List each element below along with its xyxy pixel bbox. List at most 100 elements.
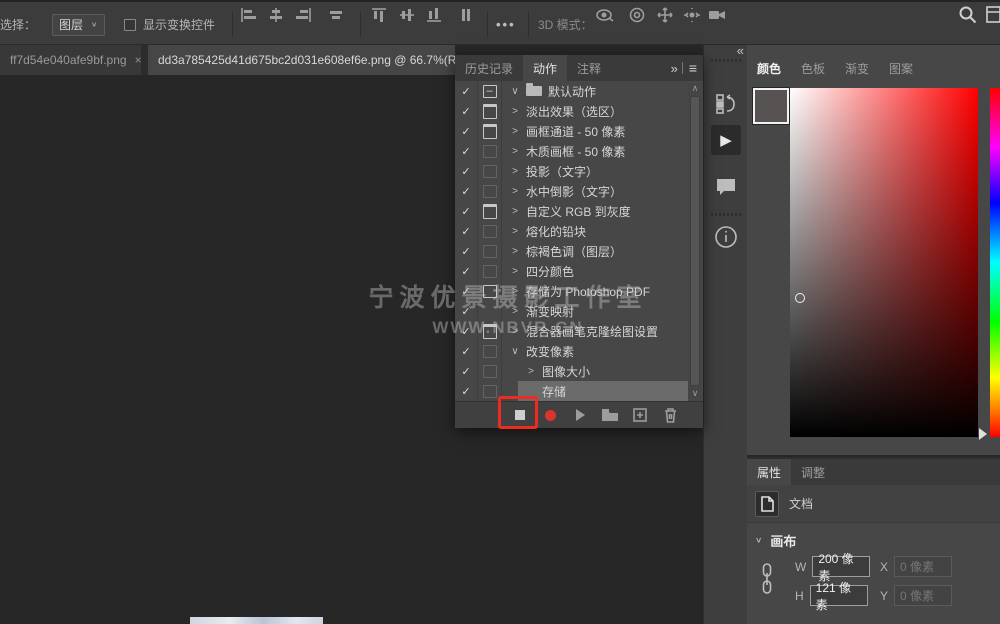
hue-slider[interactable] — [990, 88, 1000, 437]
chevron-right-icon[interactable]: > — [508, 306, 522, 317]
color-picker-cursor[interactable] — [795, 293, 805, 303]
new-action-button[interactable] — [625, 403, 655, 427]
tab-adjustments[interactable]: 调整 — [791, 459, 835, 485]
action-check-icon[interactable]: ✓ — [455, 301, 478, 321]
search-icon[interactable] — [955, 2, 981, 28]
tab-swatches[interactable]: 色板 — [791, 55, 835, 81]
action-row[interactable]: ✓>渐变映射 — [455, 301, 703, 321]
collapse-panel-icon[interactable]: » — [671, 61, 676, 76]
action-row[interactable]: ✓>混合器画笔克隆绘图设置 — [455, 321, 703, 341]
chevron-right-icon[interactable]: > — [508, 246, 522, 257]
action-check-icon[interactable]: ✓ — [455, 281, 478, 301]
action-check-icon[interactable]: ✓ — [455, 381, 478, 401]
chevron-down-icon[interactable]: ∨ — [508, 86, 522, 97]
action-dialog-toggle[interactable] — [478, 361, 502, 381]
link-dimensions-icon[interactable] — [761, 563, 773, 595]
action-check-icon[interactable]: ✓ — [455, 221, 478, 241]
chevron-right-icon[interactable]: > — [524, 366, 538, 377]
foreground-color-swatch[interactable] — [753, 88, 789, 124]
action-row[interactable]: ✓>木质画框 - 50 像素 — [455, 141, 703, 161]
height-input[interactable]: 121 像素 — [810, 585, 868, 606]
auto-select-dropdown[interactable]: 图层∨ — [52, 2, 105, 45]
collapse-dock-icon[interactable]: « — [737, 43, 742, 58]
action-dialog-toggle[interactable]: – — [478, 81, 502, 101]
action-check-icon[interactable]: ✓ — [455, 81, 478, 101]
action-row[interactable]: ✓>存储为 Photoshop PDF — [455, 281, 703, 301]
action-dialog-toggle[interactable] — [478, 281, 502, 301]
action-check-icon[interactable]: ✓ — [455, 361, 478, 381]
chevron-right-icon[interactable]: > — [508, 186, 522, 197]
3d-pan-icon[interactable] — [652, 2, 678, 28]
distribute-vertical-button[interactable] — [453, 2, 479, 28]
info-panel-icon[interactable] — [711, 223, 741, 251]
align-bottom-edges-button[interactable] — [421, 2, 447, 28]
action-dialog-toggle[interactable] — [478, 241, 502, 261]
align-top-edges-button[interactable] — [366, 2, 392, 28]
action-check-icon[interactable]: ✓ — [455, 201, 478, 221]
align-vertical-centers-button[interactable] — [394, 2, 420, 28]
action-dialog-toggle[interactable] — [478, 321, 502, 341]
action-dialog-toggle[interactable] — [478, 181, 502, 201]
action-check-icon[interactable]: ✓ — [455, 181, 478, 201]
action-check-icon[interactable]: ✓ — [455, 241, 478, 261]
tab-history[interactable]: 历史记录 — [455, 55, 523, 81]
more-options-button[interactable]: ••• — [496, 2, 516, 45]
tab-properties[interactable]: 属性 — [747, 459, 791, 485]
canvas-section-header[interactable]: ∨ 画布 — [755, 531, 796, 550]
tab-patterns[interactable]: 图案 — [879, 55, 923, 81]
saturation-brightness-field[interactable] — [790, 88, 978, 437]
3d-roll-icon[interactable] — [624, 2, 650, 28]
distribute-horizontal-button[interactable] — [323, 2, 349, 28]
scrollbar-thumb[interactable] — [690, 96, 700, 386]
action-row[interactable]: ✓>自定义 RGB 到灰度 — [455, 201, 703, 221]
chevron-right-icon[interactable]: > — [508, 286, 522, 297]
action-dialog-toggle[interactable] — [478, 221, 502, 241]
action-row[interactable]: ✓–∨默认动作 — [455, 81, 703, 101]
panel-menu-icon[interactable]: ≡ — [689, 60, 697, 76]
history-panel-icon[interactable] — [711, 90, 741, 118]
play-button[interactable] — [565, 403, 595, 427]
document-tab-inactive[interactable]: ff7d54e040afe9bf.png × — [0, 45, 141, 75]
action-row[interactable]: ✓>投影（文字） — [455, 161, 703, 181]
action-row[interactable]: ✓>图像大小 — [455, 361, 703, 381]
workspace-switcher-icon[interactable] — [984, 2, 1000, 28]
scrollbar[interactable]: ∧ ∨ — [688, 83, 702, 399]
tab-gradients[interactable]: 渐变 — [835, 55, 879, 81]
action-check-icon[interactable]: ✓ — [455, 141, 478, 161]
new-set-button[interactable] — [595, 403, 625, 427]
action-dialog-toggle[interactable] — [478, 201, 502, 221]
chevron-right-icon[interactable]: > — [508, 226, 522, 237]
action-row[interactable]: ✓>画框通道 - 50 像素 — [455, 121, 703, 141]
action-dialog-toggle[interactable] — [478, 101, 502, 121]
action-dialog-toggle[interactable] — [478, 161, 502, 181]
chevron-right-icon[interactable]: > — [508, 106, 522, 117]
action-row[interactable]: ✓∨改变像素 — [455, 341, 703, 361]
chevron-right-icon[interactable]: > — [508, 166, 522, 177]
chevron-right-icon[interactable]: > — [508, 326, 522, 337]
action-check-icon[interactable]: ✓ — [455, 161, 478, 181]
action-row[interactable]: ✓存储 — [455, 381, 703, 401]
document-tab-active[interactable]: dd3a785425d41d675bc2d031e608ef6e.png @ 6… — [148, 45, 455, 75]
action-row[interactable]: ✓>淡出效果（选区） — [455, 101, 703, 121]
action-check-icon[interactable]: ✓ — [455, 121, 478, 141]
align-horizontal-centers-button[interactable] — [263, 2, 289, 28]
show-transform-checkbox[interactable]: 显示变换控件 — [124, 2, 215, 45]
action-dialog-toggle[interactable] — [478, 301, 502, 321]
action-row[interactable]: ✓>水中倒影（文字） — [455, 181, 703, 201]
chevron-down-icon[interactable]: ∨ — [508, 346, 522, 357]
action-check-icon[interactable]: ✓ — [455, 321, 478, 341]
action-dialog-toggle[interactable] — [478, 341, 502, 361]
notes-panel-icon[interactable] — [711, 173, 741, 201]
grip-handle[interactable] — [711, 213, 741, 216]
3d-camera-icon[interactable] — [704, 2, 730, 28]
3d-slide-icon[interactable] — [679, 2, 705, 28]
tab-color[interactable]: 颜色 — [747, 55, 791, 81]
delete-action-button[interactable] — [655, 403, 685, 427]
action-row[interactable]: ✓>棕褐色调（图层） — [455, 241, 703, 261]
action-check-icon[interactable]: ✓ — [455, 101, 478, 121]
y-input[interactable]: 0 像素 — [894, 585, 952, 606]
width-input[interactable]: 200 像素 — [812, 556, 870, 577]
x-input[interactable]: 0 像素 — [894, 556, 952, 577]
hue-slider-marker[interactable] — [979, 428, 987, 440]
scroll-up-icon[interactable]: ∧ — [692, 83, 699, 94]
